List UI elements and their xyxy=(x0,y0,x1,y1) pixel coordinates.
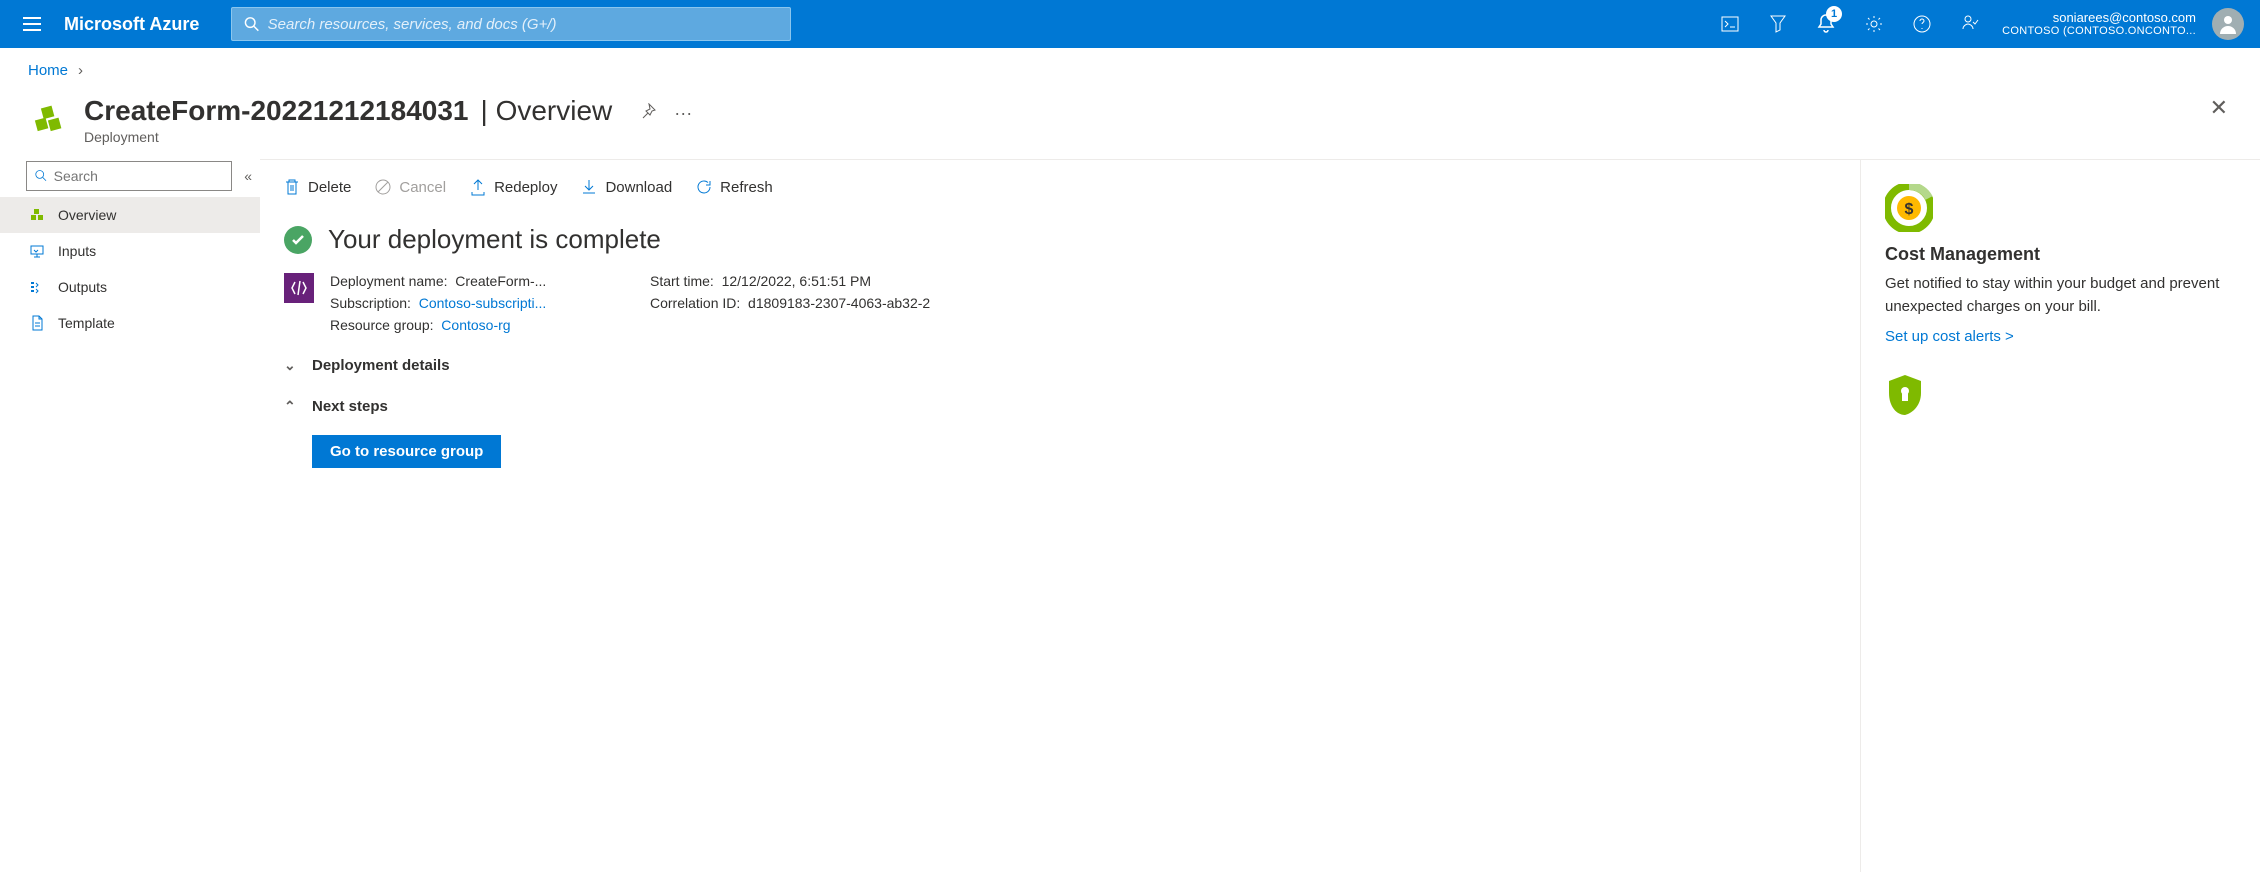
security-icon xyxy=(1885,373,1925,413)
pin-button[interactable] xyxy=(640,103,656,124)
sidebar-search[interactable] xyxy=(26,161,232,191)
deployment-summary: Deployment name: CreateForm-... Start ti… xyxy=(284,273,1836,333)
sidebar: « Overview Inputs Outputs Template xyxy=(0,159,260,872)
status-heading: Your deployment is complete xyxy=(328,224,661,255)
sidebar-item-label: Template xyxy=(58,315,115,331)
correlation-id-value: d1809183-2307-4063-ab32-2 xyxy=(748,295,930,311)
top-bar: Microsoft Azure 1 soniarees@contoso.com … xyxy=(0,0,2260,48)
cost-management-body: Get notified to stay within your budget … xyxy=(1885,273,2236,318)
content-main: Delete Cancel Redeploy Download Refresh xyxy=(260,160,1860,872)
avatar[interactable] xyxy=(2212,8,2244,40)
deployment-name-value: CreateForm-... xyxy=(455,273,546,289)
cubes-icon xyxy=(28,206,46,224)
sidebar-item-label: Overview xyxy=(58,207,116,223)
search-icon xyxy=(35,169,48,183)
sidebar-item-inputs[interactable]: Inputs xyxy=(0,233,260,269)
chevron-down-icon: ⌄ xyxy=(284,357,298,374)
sidebar-item-label: Inputs xyxy=(58,243,96,259)
page-subtitle: Deployment xyxy=(84,129,612,145)
close-button[interactable]: ✕ xyxy=(2206,95,2232,121)
go-to-resource-group-button[interactable]: Go to resource group xyxy=(312,435,501,468)
hamburger-icon xyxy=(23,17,41,31)
trash-icon xyxy=(284,178,300,196)
settings-button[interactable] xyxy=(1850,0,1898,48)
notifications-button[interactable]: 1 xyxy=(1802,0,1850,48)
directory-filter-button[interactable] xyxy=(1754,0,1802,48)
global-search[interactable] xyxy=(231,7,791,41)
search-icon xyxy=(244,16,259,32)
redeploy-button[interactable]: Redeploy xyxy=(470,178,557,196)
status-row: Your deployment is complete xyxy=(284,216,1836,273)
inputs-icon xyxy=(28,242,46,260)
account-tenant: CONTOSO (CONTOSO.ONCONTO... xyxy=(2002,25,2196,38)
brand-label[interactable]: Microsoft Azure xyxy=(56,14,223,35)
filter-icon xyxy=(1770,15,1786,33)
page-title: CreateForm-20221212184031 | Overview xyxy=(84,95,612,127)
gear-icon xyxy=(1865,15,1883,33)
resource-icon xyxy=(28,99,68,139)
menu-button[interactable] xyxy=(8,0,56,48)
command-bar: Delete Cancel Redeploy Download Refresh xyxy=(284,178,1836,216)
breadcrumb: Home › xyxy=(0,48,2260,87)
chevron-right-icon: › xyxy=(78,62,83,79)
cloud-shell-icon xyxy=(1721,16,1739,32)
feedback-button[interactable] xyxy=(1946,0,1994,48)
resource-group-link[interactable]: Contoso-rg xyxy=(441,317,510,333)
start-time-value: 12/12/2022, 6:51:51 PM xyxy=(722,273,871,289)
sidebar-search-input[interactable] xyxy=(54,168,224,184)
notification-badge: 1 xyxy=(1826,6,1842,22)
help-icon xyxy=(1913,15,1931,33)
sidebar-item-overview[interactable]: Overview xyxy=(0,197,260,233)
pin-icon xyxy=(640,103,656,119)
template-icon xyxy=(28,314,46,332)
refresh-icon xyxy=(696,179,712,195)
success-icon xyxy=(284,226,312,254)
page-header: CreateForm-20221212184031 | Overview Dep… xyxy=(0,87,2260,159)
more-button[interactable]: ··· xyxy=(674,103,692,124)
help-button[interactable] xyxy=(1898,0,1946,48)
arm-icon xyxy=(284,273,314,303)
delete-button[interactable]: Delete xyxy=(284,178,351,196)
cost-management-title: Cost Management xyxy=(1885,244,2236,265)
sidebar-item-template[interactable]: Template xyxy=(0,305,260,341)
deployment-details-toggle[interactable]: ⌄ Deployment details xyxy=(284,357,1836,374)
download-button[interactable]: Download xyxy=(581,178,672,196)
outputs-icon xyxy=(28,278,46,296)
cloud-shell-button[interactable] xyxy=(1706,0,1754,48)
cost-alerts-link[interactable]: Set up cost alerts > xyxy=(1885,328,2014,345)
breadcrumb-home[interactable]: Home xyxy=(28,62,68,79)
account-info[interactable]: soniarees@contoso.com CONTOSO (CONTOSO.O… xyxy=(1994,10,2204,39)
cancel-button: Cancel xyxy=(375,178,446,196)
global-search-input[interactable] xyxy=(268,16,779,33)
avatar-icon xyxy=(2216,12,2240,36)
cost-management-icon: $ xyxy=(1885,184,1933,232)
upload-icon xyxy=(470,178,486,196)
refresh-button[interactable]: Refresh xyxy=(696,178,773,196)
account-email: soniarees@contoso.com xyxy=(2002,10,2196,26)
feedback-icon xyxy=(1961,15,1979,33)
subscription-link[interactable]: Contoso-subscripti... xyxy=(419,295,547,311)
recommendations-panel: $ Cost Management Get notified to stay w… xyxy=(1860,160,2260,872)
svg-text:$: $ xyxy=(1905,201,1914,218)
next-steps-toggle[interactable]: ⌃ Next steps xyxy=(284,398,1836,415)
sidebar-item-label: Outputs xyxy=(58,279,107,295)
cancel-icon xyxy=(375,179,391,195)
download-icon xyxy=(581,178,597,196)
sidebar-item-outputs[interactable]: Outputs xyxy=(0,269,260,305)
chevron-up-icon: ⌃ xyxy=(284,398,298,415)
collapse-sidebar-button[interactable]: « xyxy=(240,164,256,188)
